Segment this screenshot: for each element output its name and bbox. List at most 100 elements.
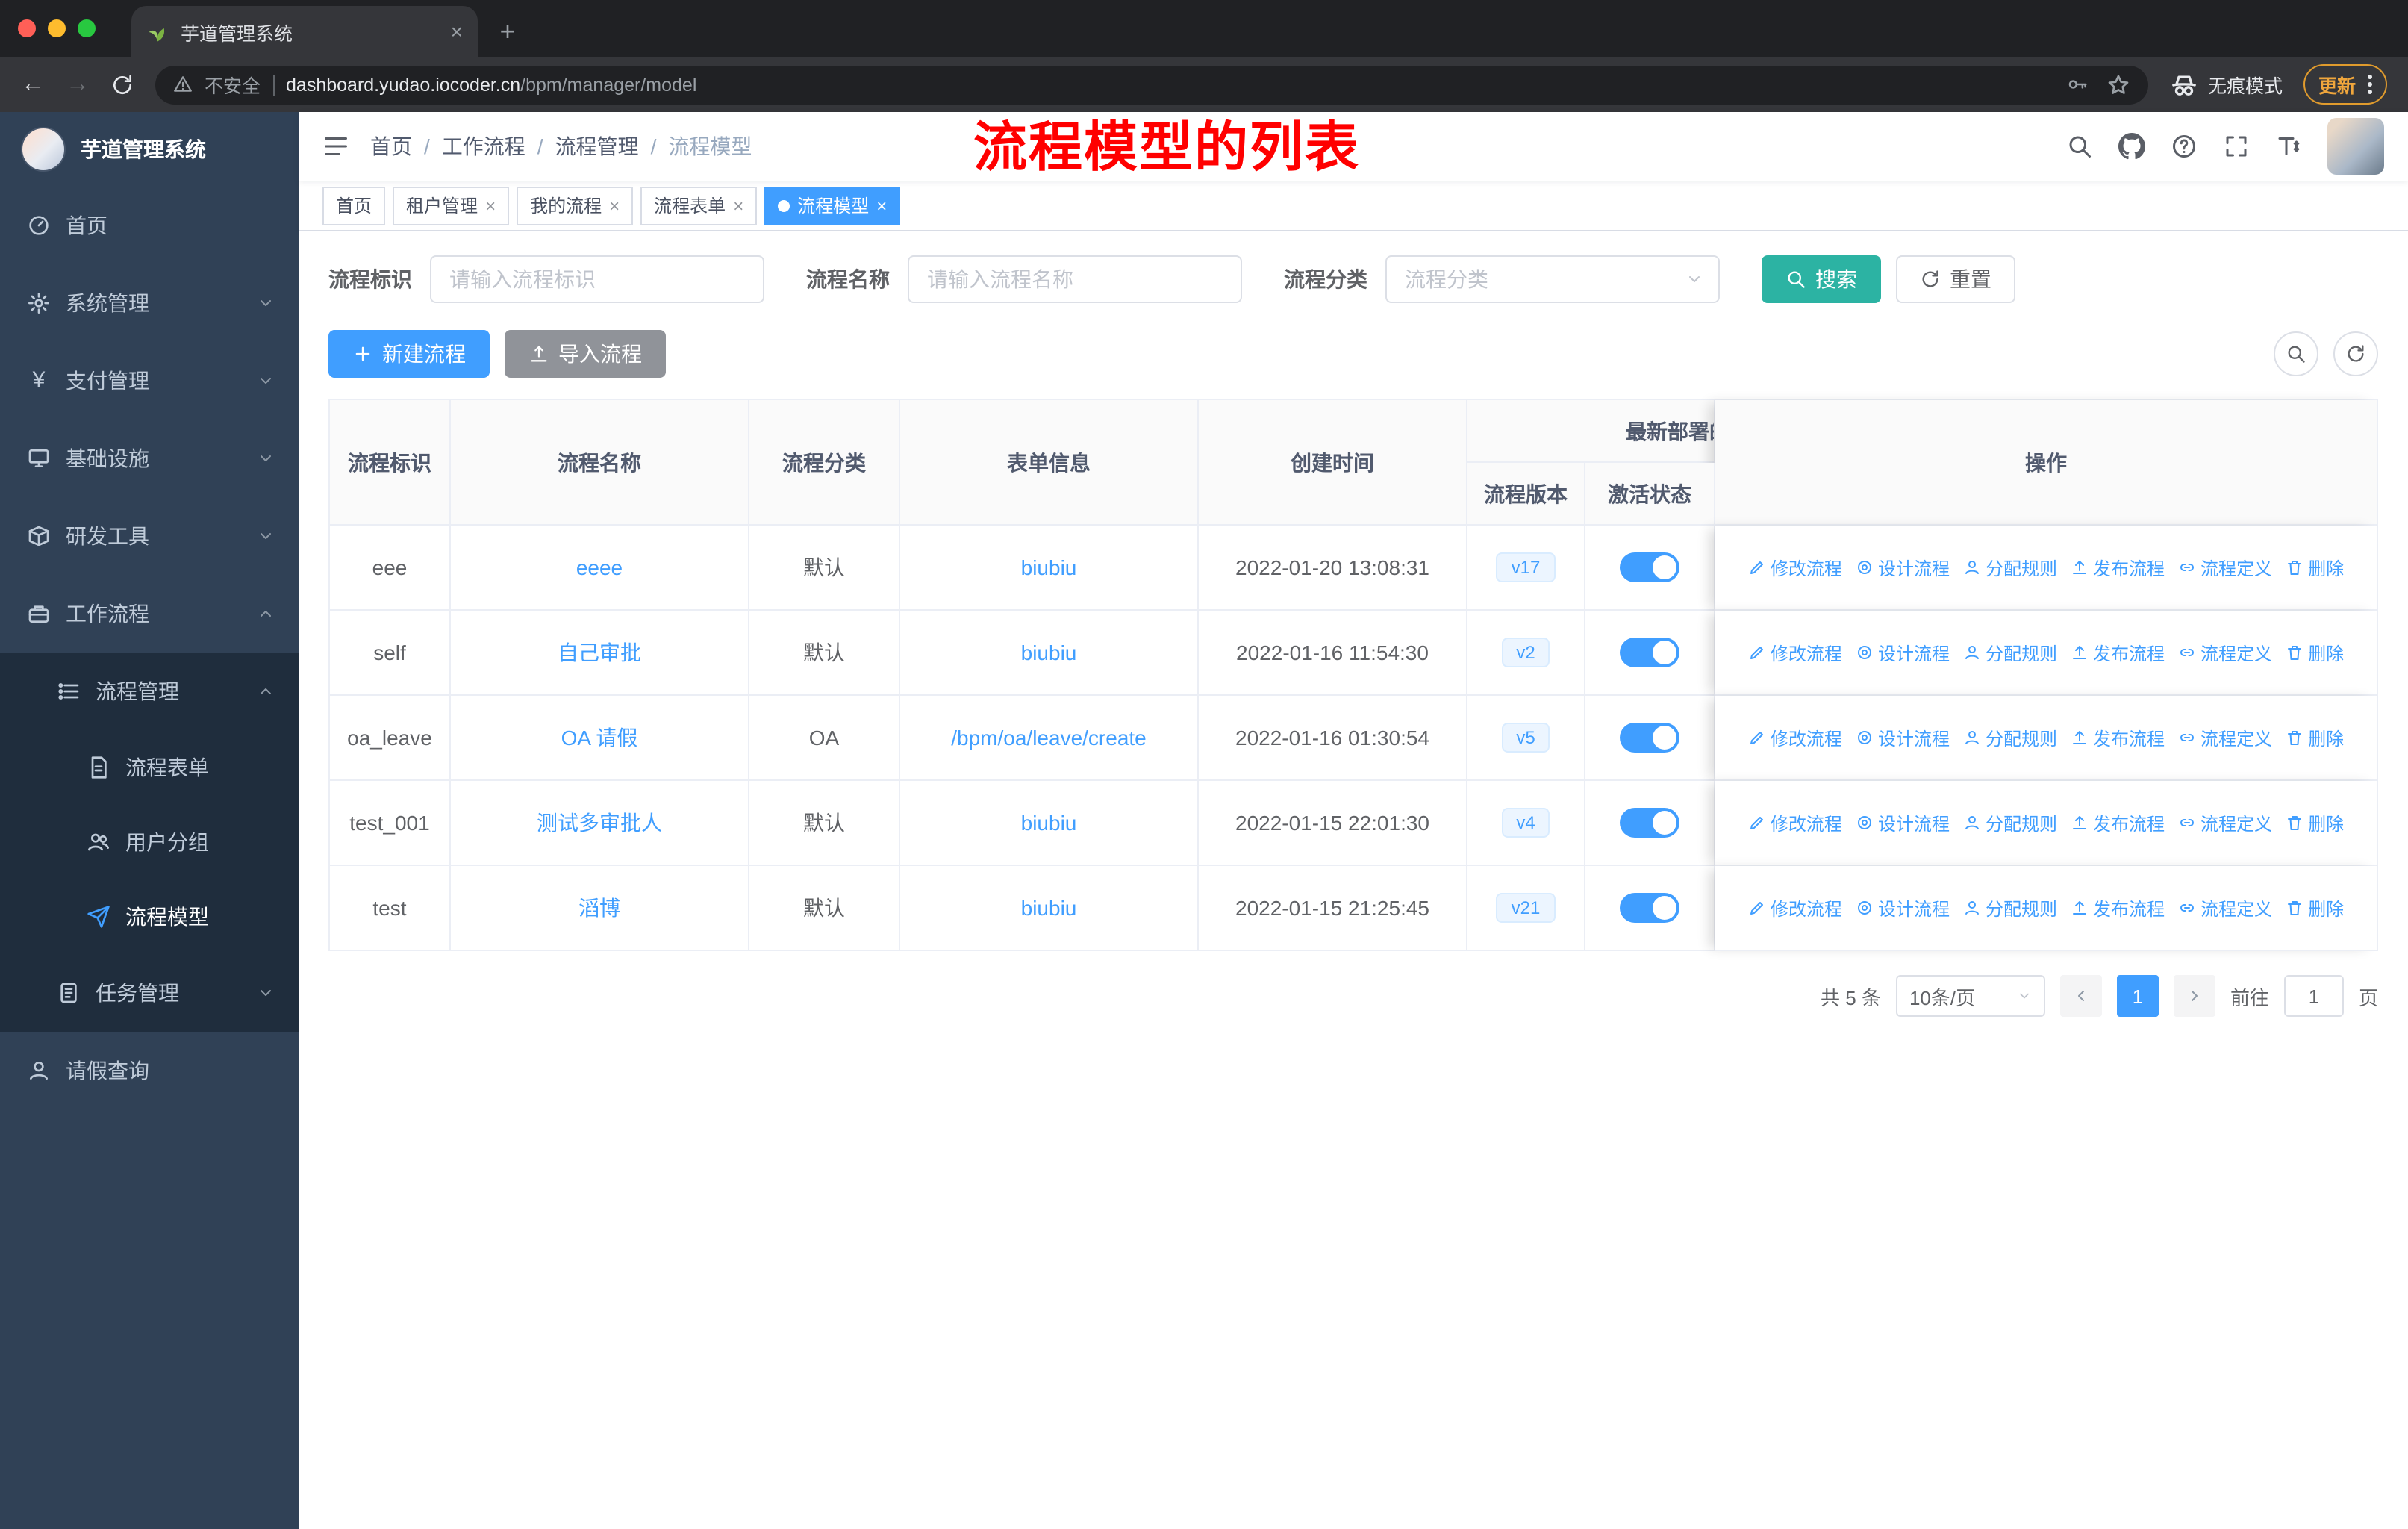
active-toggle[interactable] xyxy=(1620,638,1679,667)
assign-rule-action-link[interactable]: 分配规则 xyxy=(1963,725,2057,750)
tab-close-icon[interactable]: × xyxy=(451,19,463,43)
refresh-table-button[interactable] xyxy=(2333,331,2378,376)
form-info-link[interactable]: biubiu xyxy=(1021,811,1077,835)
new-tab-button[interactable]: + xyxy=(487,10,528,52)
process-key-input[interactable] xyxy=(430,255,764,303)
edit-action-link[interactable]: 修改流程 xyxy=(1748,895,1842,921)
edit-action-link[interactable]: 修改流程 xyxy=(1748,725,1842,750)
tag-close-icon[interactable]: × xyxy=(485,195,496,216)
active-toggle[interactable] xyxy=(1620,893,1679,923)
page-size-select[interactable]: 10条/页 xyxy=(1895,975,2045,1017)
assign-rule-action-link[interactable]: 分配规则 xyxy=(1963,810,2057,835)
design-action-link[interactable]: 设计流程 xyxy=(1856,640,1950,665)
forward-button[interactable]: → xyxy=(66,71,90,98)
browser-tab[interactable]: 芋道管理系统 × xyxy=(131,6,478,57)
create-process-button[interactable]: 新建流程 xyxy=(328,330,490,378)
definition-action-link[interactable]: 流程定义 xyxy=(2178,810,2272,835)
bookmark-star-icon[interactable] xyxy=(2106,72,2130,96)
publish-action-link[interactable]: 发布流程 xyxy=(2071,555,2165,580)
goto-page-input[interactable] xyxy=(2283,975,2344,1017)
assign-rule-action-link[interactable]: 分配规则 xyxy=(1963,555,2057,580)
publish-action-link[interactable]: 发布流程 xyxy=(2071,640,2165,665)
fullscreen-icon[interactable] xyxy=(2223,133,2250,160)
breadcrumb-workflow[interactable]: 工作流程 xyxy=(442,131,525,161)
reset-button[interactable]: 重置 xyxy=(1896,255,2015,303)
tag-process-form[interactable]: 流程表单 × xyxy=(640,186,758,225)
design-action-link[interactable]: 设计流程 xyxy=(1856,725,1950,750)
sidebar-item-task-management[interactable]: 任务管理 xyxy=(0,954,299,1032)
zoom-window-button[interactable] xyxy=(78,19,96,37)
search-button[interactable]: 搜索 xyxy=(1762,255,1881,303)
sidebar-item-system[interactable]: 系统管理 xyxy=(0,264,299,342)
sidebar-collapse-button[interactable] xyxy=(322,133,349,160)
breadcrumb-process-management[interactable]: 流程管理 xyxy=(555,131,639,161)
active-toggle[interactable] xyxy=(1620,552,1679,582)
minimize-window-button[interactable] xyxy=(48,19,66,37)
design-action-link[interactable]: 设计流程 xyxy=(1856,895,1950,921)
password-key-icon[interactable] xyxy=(2066,73,2089,96)
publish-action-link[interactable]: 发布流程 xyxy=(2071,895,2165,921)
delete-action-link[interactable]: 删除 xyxy=(2286,810,2344,835)
definition-action-link[interactable]: 流程定义 xyxy=(2178,640,2272,665)
sidebar-item-user-group[interactable]: 用户分组 xyxy=(0,805,299,879)
form-info-link[interactable]: biubiu xyxy=(1021,555,1077,579)
sidebar-item-process-form[interactable]: 流程表单 xyxy=(0,730,299,805)
sidebar-item-infrastructure[interactable]: 基础设施 xyxy=(0,420,299,497)
search-icon[interactable] xyxy=(2066,133,2093,160)
delete-action-link[interactable]: 删除 xyxy=(2286,725,2344,750)
tag-close-icon[interactable]: × xyxy=(876,195,887,216)
font-size-icon[interactable] xyxy=(2275,133,2302,160)
form-info-link[interactable]: biubiu xyxy=(1021,641,1077,664)
form-info-link[interactable]: biubiu xyxy=(1021,896,1077,920)
process-category-select[interactable]: 流程分类 xyxy=(1385,255,1720,303)
browser-menu-icon[interactable] xyxy=(2368,75,2372,94)
publish-action-link[interactable]: 发布流程 xyxy=(2071,810,2165,835)
tag-tenant-management[interactable]: 租户管理 × xyxy=(393,186,510,225)
sidebar-item-leave-query[interactable]: 请假查询 xyxy=(0,1032,299,1109)
delete-action-link[interactable]: 删除 xyxy=(2286,640,2344,665)
design-action-link[interactable]: 设计流程 xyxy=(1856,810,1950,835)
process-name-link[interactable]: OA 请假 xyxy=(561,726,638,750)
active-toggle[interactable] xyxy=(1620,723,1679,753)
address-bar[interactable]: 不安全 dashboard.yudao.iocoder.cn/bpm/manag… xyxy=(155,65,2148,104)
process-name-link[interactable]: eeee xyxy=(576,555,623,579)
prev-page-button[interactable] xyxy=(2059,975,2102,1017)
sidebar-item-process-management[interactable]: 流程管理 xyxy=(0,653,299,730)
user-avatar[interactable] xyxy=(2327,118,2384,175)
active-toggle[interactable] xyxy=(1620,808,1679,838)
help-icon[interactable] xyxy=(2171,133,2198,160)
assign-rule-action-link[interactable]: 分配规则 xyxy=(1963,640,2057,665)
process-name-input[interactable] xyxy=(908,255,1242,303)
browser-update-button[interactable]: 更新 xyxy=(2303,64,2387,105)
design-action-link[interactable]: 设计流程 xyxy=(1856,555,1950,580)
tag-home[interactable]: 首页 xyxy=(322,186,386,225)
sidebar-item-process-model[interactable]: 流程模型 xyxy=(0,879,299,954)
definition-action-link[interactable]: 流程定义 xyxy=(2178,895,2272,921)
process-name-link[interactable]: 滔博 xyxy=(578,896,620,920)
import-process-button[interactable]: 导入流程 xyxy=(505,330,666,378)
publish-action-link[interactable]: 发布流程 xyxy=(2071,725,2165,750)
back-button[interactable]: ← xyxy=(21,71,45,98)
current-page-button[interactable]: 1 xyxy=(2116,975,2159,1017)
reload-button[interactable] xyxy=(110,72,134,96)
tag-close-icon[interactable]: × xyxy=(733,195,743,216)
tag-process-model[interactable]: 流程模型 × xyxy=(764,186,901,225)
tag-my-process[interactable]: 我的流程 × xyxy=(517,186,634,225)
edit-action-link[interactable]: 修改流程 xyxy=(1748,555,1842,580)
delete-action-link[interactable]: 删除 xyxy=(2286,895,2344,921)
breadcrumb-home[interactable]: 首页 xyxy=(370,131,412,161)
process-name-link[interactable]: 测试多审批人 xyxy=(537,811,662,835)
github-icon[interactable] xyxy=(2118,133,2145,160)
sidebar-item-workflow[interactable]: 工作流程 xyxy=(0,575,299,653)
sidebar-item-payment[interactable]: ¥ 支付管理 xyxy=(0,342,299,420)
sidebar-item-devtools[interactable]: 研发工具 xyxy=(0,497,299,575)
close-window-button[interactable] xyxy=(18,19,36,37)
assign-rule-action-link[interactable]: 分配规则 xyxy=(1963,895,2057,921)
definition-action-link[interactable]: 流程定义 xyxy=(2178,555,2272,580)
form-info-link[interactable]: /bpm/oa/leave/create xyxy=(951,726,1147,750)
sidebar-item-home[interactable]: 首页 xyxy=(0,187,299,264)
edit-action-link[interactable]: 修改流程 xyxy=(1748,810,1842,835)
delete-action-link[interactable]: 删除 xyxy=(2286,555,2344,580)
tag-close-icon[interactable]: × xyxy=(609,195,620,216)
edit-action-link[interactable]: 修改流程 xyxy=(1748,640,1842,665)
